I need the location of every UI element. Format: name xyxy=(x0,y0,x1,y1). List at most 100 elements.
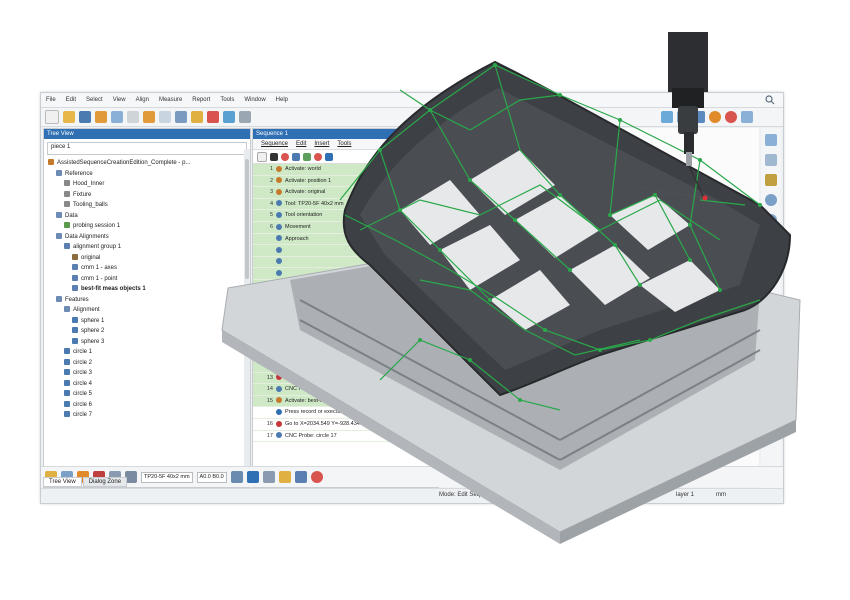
run-icon[interactable] xyxy=(303,152,311,161)
sequence-step[interactable]: 6 Movement xyxy=(253,221,438,234)
tree-item[interactable]: Data Alignments xyxy=(44,232,250,243)
measure-icon[interactable] xyxy=(191,111,203,123)
save-icon[interactable] xyxy=(79,111,91,123)
tree-item[interactable]: sphere 1 xyxy=(44,316,250,327)
sequence-step[interactable] xyxy=(253,291,438,304)
settings-icon[interactable] xyxy=(741,111,753,123)
tree-scrollbar[interactable] xyxy=(244,149,250,479)
menu-item-help[interactable]: Help xyxy=(271,97,293,103)
tree-item[interactable]: sphere 3 xyxy=(44,337,250,348)
sequence-step[interactable]: Press record or execute steps xyxy=(253,407,438,420)
sequence-step[interactable]: 15 Activate: best-fit meas objects 1 xyxy=(253,395,438,408)
measure-tool-icon[interactable] xyxy=(765,174,777,186)
import-icon[interactable] xyxy=(143,111,155,123)
tree-item[interactable]: Tooling_balls xyxy=(44,200,250,211)
sequence-step[interactable]: 12 CNC Probe: sphere 2 xyxy=(253,361,438,373)
step-icon[interactable] xyxy=(292,152,300,161)
sequence-step[interactable]: 13 Go to X=1182.907 Y=-935.072 xyxy=(253,372,438,385)
sequence-menu-edit[interactable]: Edit xyxy=(296,141,306,147)
stop-probe-icon[interactable] xyxy=(310,471,323,483)
sequence-step[interactable]: 17 CNC Probe: circle 17 xyxy=(253,430,438,443)
sequence-step[interactable]: 4 Tool: TP20-5F 40x2 mm xyxy=(253,198,438,211)
tree-item[interactable]: cmm 1 - point xyxy=(44,274,250,285)
clearance-icon[interactable] xyxy=(262,471,275,483)
tree-item[interactable]: Hood_Inner xyxy=(44,179,250,190)
stop-sequence-icon[interactable] xyxy=(314,152,322,161)
sequence-step[interactable] xyxy=(253,245,438,257)
tree-item[interactable]: alignment group 1 xyxy=(44,242,250,253)
menu-item-view[interactable]: View xyxy=(108,97,131,103)
add-icon[interactable] xyxy=(270,152,278,161)
sequence-menu-sequence[interactable]: Sequence xyxy=(261,141,288,147)
tree-item[interactable]: Alignment xyxy=(44,305,250,316)
record-icon[interactable] xyxy=(281,152,289,161)
search-icon[interactable] xyxy=(765,95,775,105)
sequence-step[interactable]: 14 CNC Probe: sphere 1 xyxy=(253,384,438,396)
sequence-step[interactable] xyxy=(253,314,438,327)
menu-item-measure[interactable]: Measure xyxy=(154,97,187,103)
tree-item[interactable]: circle 7 xyxy=(44,410,250,421)
tree-item[interactable]: Reference xyxy=(44,169,250,180)
select-icon[interactable] xyxy=(159,111,171,123)
sequence-step[interactable]: Approach xyxy=(253,233,438,246)
new-file-icon[interactable] xyxy=(45,110,59,124)
menu-item-window[interactable]: Window xyxy=(239,97,270,103)
grid-icon[interactable] xyxy=(677,111,689,123)
loop-icon[interactable] xyxy=(325,152,333,161)
depth-icon[interactable] xyxy=(246,471,259,483)
tools-icon[interactable] xyxy=(239,111,251,123)
play-icon[interactable] xyxy=(709,111,721,123)
sequence-menu-tools[interactable]: Tools xyxy=(337,141,351,147)
menu-item-select[interactable]: Select xyxy=(81,97,108,103)
menu-item-report[interactable]: Report xyxy=(187,97,215,103)
tree-item[interactable]: Fixture xyxy=(44,190,250,201)
zoom-icon[interactable] xyxy=(765,194,777,206)
menu-item-edit[interactable]: Edit xyxy=(61,97,81,103)
tree-item[interactable]: circle 6 xyxy=(44,400,250,411)
open-folder-icon[interactable] xyxy=(63,111,75,123)
tree-item[interactable]: cmm 1 - axes xyxy=(44,263,250,274)
tree-item[interactable]: circle 2 xyxy=(44,358,250,369)
angle-select[interactable]: A0.0 B0.0 xyxy=(196,471,227,483)
tree-item[interactable]: circle 5 xyxy=(44,389,250,400)
tree-item[interactable]: original xyxy=(44,253,250,264)
stop-icon[interactable] xyxy=(725,111,737,123)
probe-path-icon[interactable] xyxy=(278,471,291,483)
align-icon[interactable] xyxy=(175,111,187,123)
tree-item[interactable]: circle 3 xyxy=(44,368,250,379)
tree-item[interactable]: best-fit meas objects 1 xyxy=(44,284,250,295)
sequence-step[interactable] xyxy=(253,279,438,292)
tree-item[interactable]: probing session 1 xyxy=(44,221,250,232)
tree-item[interactable]: Features xyxy=(44,295,250,306)
tab-dialog-zone[interactable]: Dialog Zone xyxy=(82,477,128,487)
camera-icon[interactable] xyxy=(693,111,705,123)
sequence-step[interactable]: 2 Activate: position 1 xyxy=(253,175,438,188)
tree-item[interactable]: sphere 2 xyxy=(44,326,250,337)
tree-item[interactable]: circle 4 xyxy=(44,379,250,390)
menu-item-tools[interactable]: Tools xyxy=(215,97,239,103)
tree-item[interactable]: circle 1 xyxy=(44,347,250,358)
tool-select[interactable]: TP20-5F 40x2 mm xyxy=(141,471,193,483)
menu-item-file[interactable]: File xyxy=(41,97,61,103)
probe-tool-icon[interactable] xyxy=(765,154,777,166)
sequence-step[interactable] xyxy=(253,303,438,315)
redo-icon[interactable] xyxy=(111,111,123,123)
sequence-step[interactable] xyxy=(253,256,438,269)
report-icon[interactable] xyxy=(223,111,235,123)
sequence-step[interactable]: 5 Tool orientation xyxy=(253,210,438,222)
sequence-menu-insert[interactable]: Insert xyxy=(314,141,329,147)
sequence-step[interactable]: 16 Go to X=2034.549 Y=-928.434 Z=876.183 xyxy=(253,419,438,431)
tree-item[interactable]: Data xyxy=(44,211,250,222)
view-icon[interactable] xyxy=(661,111,673,123)
view-cube-icon[interactable] xyxy=(765,134,777,146)
sequence-step[interactable]: 11 Go to X=1 Y=1 xyxy=(253,349,438,362)
sequence-step[interactable]: 10 CNC Probe: sphere 1 xyxy=(253,337,438,350)
tree-search-input[interactable]: piece 1 xyxy=(47,142,247,155)
menu-item-align[interactable]: Align xyxy=(131,97,154,103)
sequence-step[interactable]: 3 Activate: original xyxy=(253,187,438,199)
sequence-step[interactable] xyxy=(253,268,438,280)
zoom-fit-icon[interactable] xyxy=(765,214,777,226)
connect-icon[interactable] xyxy=(294,471,307,483)
tree-item[interactable]: AssistedSequenceCreationEdition_Complete… xyxy=(44,158,250,169)
print-icon[interactable] xyxy=(127,111,139,123)
